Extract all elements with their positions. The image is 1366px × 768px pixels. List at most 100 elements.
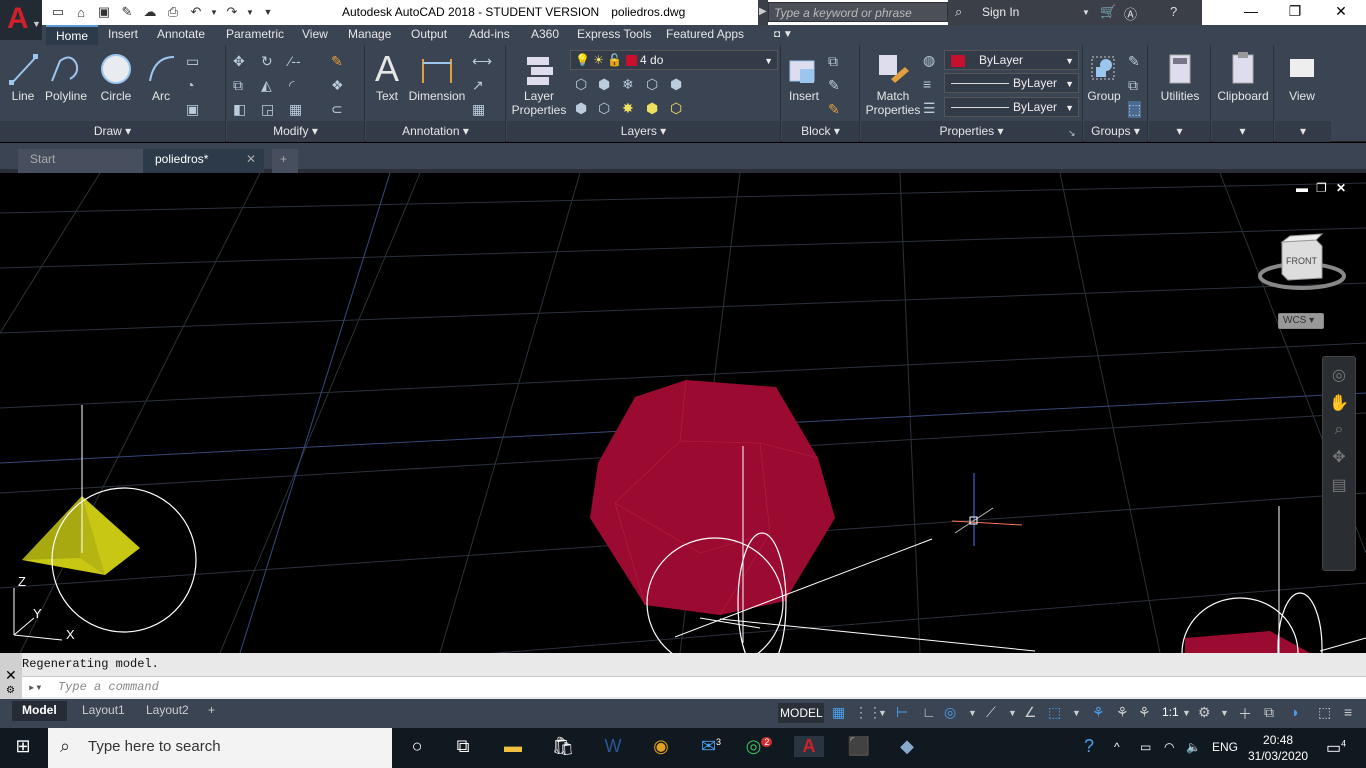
annotation-monitor-icon[interactable]: ＋ bbox=[1238, 704, 1252, 724]
layer-make-current-icon[interactable]: ⬢ bbox=[575, 100, 587, 117]
panel-clipboard-expand[interactable]: ▾ bbox=[1212, 121, 1273, 142]
volume-icon[interactable]: 🔈 bbox=[1186, 740, 1201, 754]
polyline-button[interactable]: Polyline bbox=[42, 49, 90, 103]
polar-tracking-icon[interactable]: ◎ bbox=[944, 704, 956, 721]
rotate-icon[interactable]: ↻ bbox=[261, 53, 273, 70]
circle-button[interactable]: Circle bbox=[98, 49, 134, 103]
panel-view-expand[interactable]: ▾ bbox=[1275, 121, 1331, 142]
command-prompt-icon[interactable]: ▸▾ bbox=[28, 680, 42, 695]
tab-start[interactable]: Start bbox=[18, 149, 143, 173]
clean-screen-icon[interactable]: ⬚ bbox=[1318, 704, 1331, 721]
group-edit-icon[interactable]: ⧉ bbox=[1128, 77, 1138, 94]
taskbar-search[interactable]: ⌕ Type here to search bbox=[48, 728, 392, 768]
customization-menu-icon[interactable]: ≡ bbox=[1344, 704, 1352, 720]
layer-isolate-icon[interactable]: ⬢ bbox=[598, 76, 610, 93]
group-button[interactable]: Group bbox=[1086, 49, 1122, 103]
annotation-scale-icon[interactable]: ⚘ bbox=[1138, 704, 1151, 721]
lineweight-dropdown[interactable]: ByLayer ▼ bbox=[944, 97, 1079, 117]
tab-annotate[interactable]: Annotate bbox=[157, 27, 205, 41]
panel-utilities-expand[interactable]: ▾ bbox=[1149, 121, 1210, 142]
match-properties-button[interactable]: Match Properties bbox=[865, 49, 921, 117]
word-icon[interactable]: W bbox=[598, 736, 628, 757]
workspace-gear-icon[interactable]: ⚙ bbox=[1198, 704, 1211, 721]
whatsapp-icon[interactable]: ◎ 2 bbox=[744, 736, 774, 757]
layer-unisolate-icon[interactable]: ⬢ bbox=[670, 76, 682, 93]
panel-draw-title[interactable]: Draw ▾ bbox=[0, 121, 225, 142]
search-expand-icon[interactable]: ▶ bbox=[758, 0, 768, 25]
autocad-taskbar-icon[interactable]: A bbox=[794, 736, 824, 757]
edit-attributes-icon[interactable]: ✎ bbox=[828, 101, 840, 118]
hatch-icon[interactable]: ◔ bbox=[186, 77, 194, 93]
undo-dropdown-icon[interactable]: ▼ bbox=[209, 3, 219, 21]
trim-icon[interactable]: ⁄-- bbox=[289, 53, 301, 69]
explode-icon[interactable]: ❖ bbox=[331, 77, 344, 94]
stretch-icon[interactable]: ◧ bbox=[233, 101, 246, 118]
command-input[interactable]: ▸▾ Type a command bbox=[22, 676, 1366, 697]
new-tab-button[interactable]: + bbox=[272, 149, 298, 173]
layer-match-icon[interactable]: ⬡ bbox=[598, 100, 610, 117]
redo-dropdown-icon[interactable]: ▼ bbox=[245, 3, 255, 21]
erase-icon[interactable]: ✎ bbox=[331, 53, 343, 70]
qat-customize-icon[interactable]: ▼ bbox=[258, 3, 278, 21]
leader-icon[interactable]: ↗ bbox=[472, 77, 484, 94]
task-view-icon[interactable]: ⧉ bbox=[448, 736, 478, 757]
annotation-scale-value[interactable]: 1:1 bbox=[1162, 705, 1179, 719]
layer-freeze-icon[interactable]: ❄ bbox=[622, 76, 634, 93]
plot-icon[interactable]: ⎙ bbox=[163, 3, 183, 21]
wcs-menu[interactable]: WCS ▾ bbox=[1278, 313, 1324, 329]
tab-add-ins[interactable]: Add-ins bbox=[469, 27, 510, 41]
restore-button[interactable]: ❐ bbox=[1280, 3, 1310, 20]
scale-dropdown-icon[interactable]: ▼ bbox=[1182, 708, 1191, 718]
close-tab-icon[interactable]: ✕ bbox=[246, 152, 256, 166]
undo-icon[interactable]: ↶ bbox=[186, 3, 206, 21]
layer-previous-icon[interactable]: ⬡ bbox=[670, 100, 682, 117]
panel-layers-title[interactable]: Layers ▾ bbox=[507, 121, 780, 142]
isodraft-icon[interactable]: ⟋ bbox=[986, 704, 996, 721]
tab-layout1[interactable]: Layout1 bbox=[72, 701, 135, 721]
tab-poliedros[interactable]: poliedros* ✕ bbox=[143, 149, 264, 173]
layer-thaw-icon[interactable]: ✸ bbox=[622, 100, 634, 117]
tab-manage[interactable]: Manage bbox=[348, 27, 391, 41]
panel-properties-title[interactable]: Properties ▾ bbox=[861, 121, 1082, 142]
file-explorer-icon[interactable]: ▬ bbox=[498, 736, 528, 757]
app-icon[interactable]: ◆ bbox=[892, 736, 922, 757]
save-icon[interactable]: ▣ bbox=[94, 3, 114, 21]
pan-hand-icon[interactable]: ✋ bbox=[1323, 393, 1355, 413]
model-space-canvas[interactable]: Z Y X bbox=[0, 173, 1366, 653]
model-space-button[interactable]: MODEL bbox=[778, 703, 824, 723]
search-input[interactable]: Type a keyword or phrase bbox=[768, 2, 948, 22]
polar-dropdown-icon[interactable]: ▼ bbox=[968, 708, 977, 718]
command-line-grip[interactable]: ✕ ⚙ bbox=[0, 653, 22, 699]
exchange-icon[interactable]: Ⓐ bbox=[1124, 4, 1137, 23]
tab-home[interactable]: Home bbox=[46, 25, 99, 45]
close-command-line-icon[interactable]: ✕ bbox=[5, 667, 17, 684]
grid-toggle-icon[interactable]: ▦ bbox=[832, 704, 845, 721]
isolate-objects-icon[interactable]: ◑ bbox=[1290, 704, 1298, 720]
array-icon[interactable]: ▦ bbox=[289, 101, 302, 118]
insert-button[interactable]: Insert bbox=[784, 49, 824, 103]
open-icon[interactable]: ⌂ bbox=[71, 3, 91, 21]
tab-model[interactable]: Model bbox=[12, 701, 67, 721]
layer-unlock-icon[interactable]: ⬢ bbox=[646, 100, 658, 117]
view-button[interactable]: View bbox=[1279, 49, 1325, 103]
fillet-icon[interactable]: ◜ bbox=[289, 77, 294, 94]
help-icon[interactable]: ? bbox=[1170, 4, 1177, 19]
create-block-icon[interactable]: ⧉ bbox=[828, 53, 838, 70]
zoom-extents-icon[interactable]: ⌕ bbox=[1323, 421, 1355, 439]
viewport-minimize-icon[interactable]: ▬ bbox=[1296, 181, 1308, 195]
object-snap-dropdown-icon[interactable]: ▼ bbox=[1072, 708, 1081, 718]
sign-in-button[interactable]: Sign In bbox=[982, 5, 1019, 19]
notifications-icon[interactable]: ▭4 bbox=[1326, 738, 1346, 758]
linetype-dropdown[interactable]: ByLayer ▼ bbox=[944, 73, 1079, 93]
minimize-button[interactable]: — bbox=[1236, 3, 1266, 19]
application-menu-button[interactable]: A ▼ bbox=[0, 0, 42, 40]
mirror-icon[interactable]: ◭ bbox=[261, 77, 272, 94]
auto-scale-icon[interactable]: ⚘ bbox=[1116, 704, 1129, 721]
layer-lock-icon[interactable]: ⬡ bbox=[646, 76, 658, 93]
binoculars-icon[interactable]: ⌕ bbox=[955, 4, 962, 20]
ungroup-icon[interactable]: ✎ bbox=[1128, 53, 1140, 70]
line-button[interactable]: Line bbox=[6, 49, 40, 103]
mail-icon[interactable]: ✉3 bbox=[696, 736, 726, 757]
steering-wheel-icon[interactable]: ◎ bbox=[1323, 365, 1355, 385]
wifi-icon[interactable]: ◠ bbox=[1164, 740, 1174, 754]
